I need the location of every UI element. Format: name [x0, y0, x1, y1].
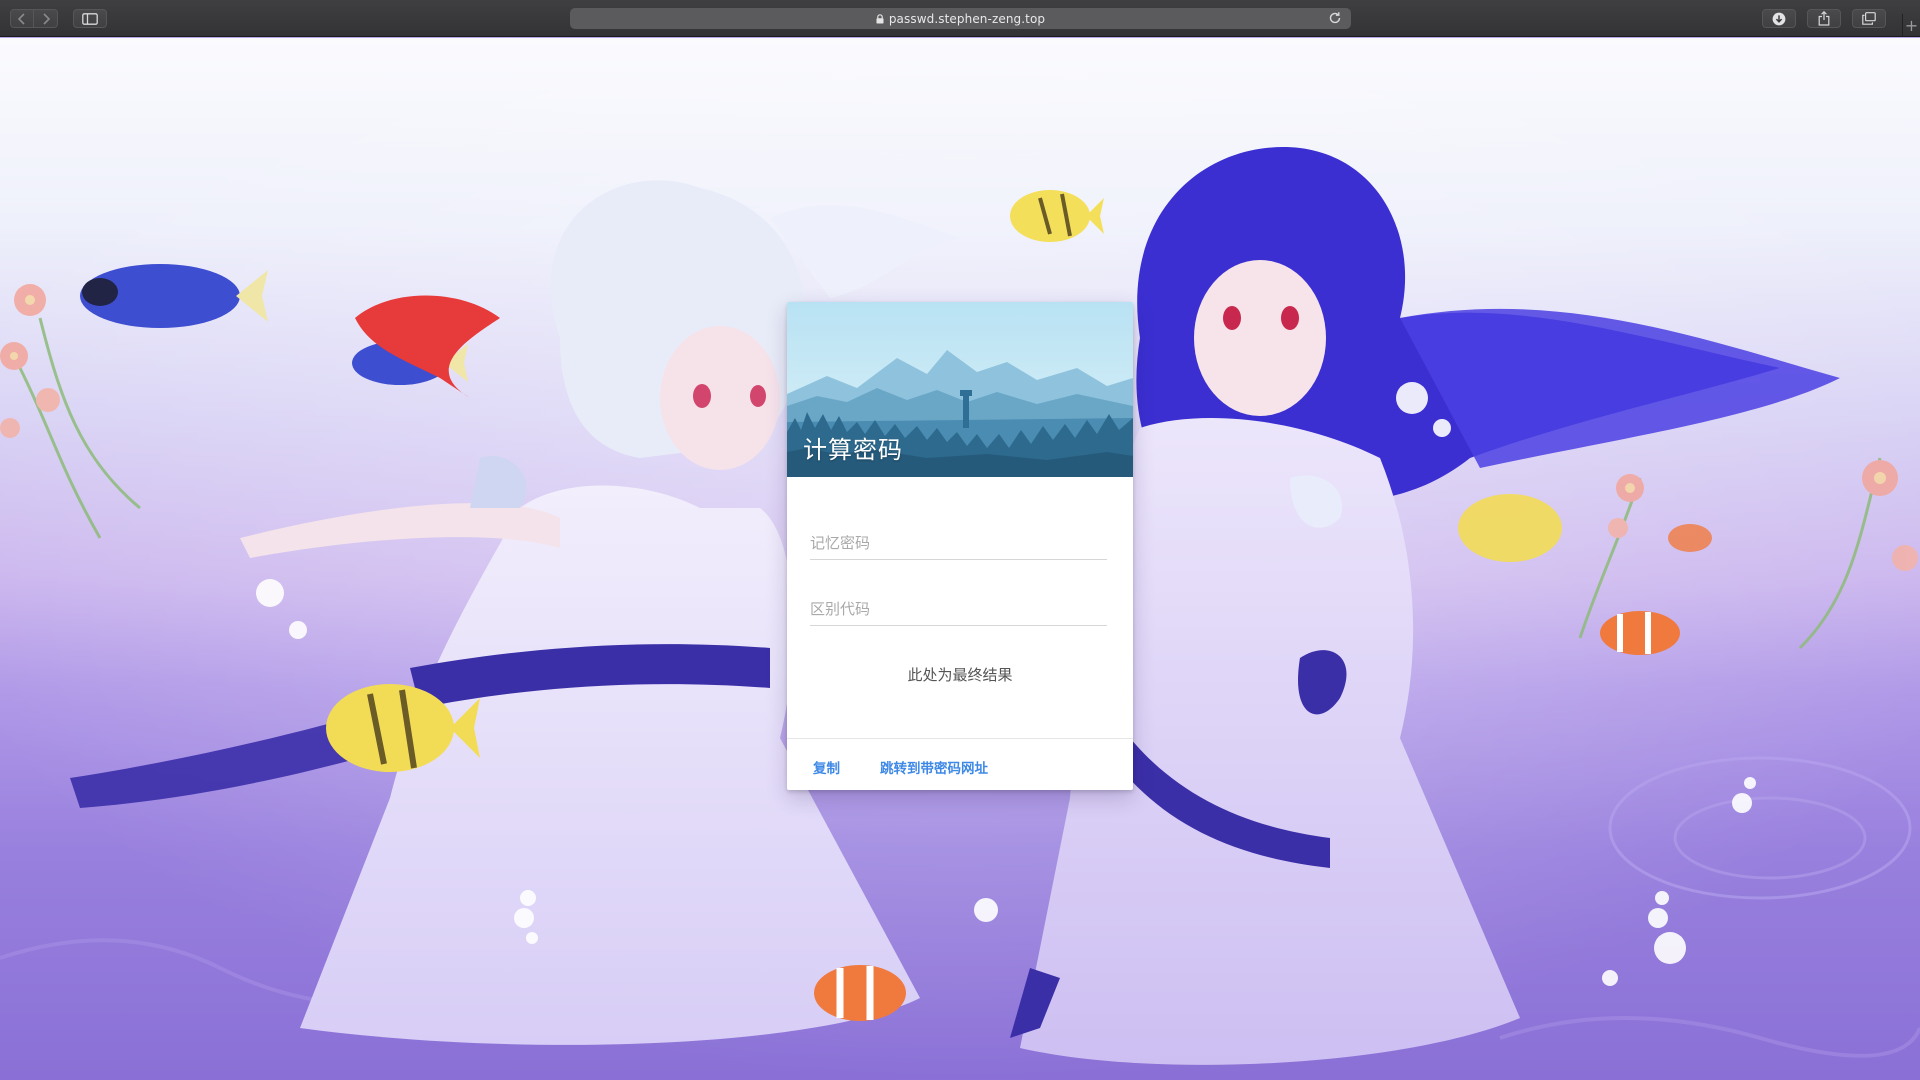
share-icon	[1818, 11, 1830, 26]
chevron-left-icon	[17, 12, 25, 25]
jump-to-url-button[interactable]: 跳转到带密码网址	[880, 757, 988, 777]
sidebar-icon	[82, 12, 98, 25]
address-bar[interactable]: passwd.stephen-zeng.top	[570, 8, 1351, 29]
new-tab-button[interactable]: +	[1902, 14, 1920, 37]
chevron-right-icon	[42, 12, 50, 25]
url-text: passwd.stephen-zeng.top	[888, 11, 1046, 26]
password-card: 计算密码 此处为最终结果 复制 跳转到带密码网址	[787, 302, 1133, 790]
forward-button[interactable]	[34, 9, 58, 28]
plus-icon: +	[1904, 16, 1919, 35]
card-title: 计算密码	[803, 436, 903, 464]
download-icon	[1772, 12, 1786, 25]
tabs-icon	[1862, 12, 1876, 25]
sidebar-toggle-button[interactable]	[73, 9, 107, 28]
browser-toolbar: passwd.stephen-zeng.top +	[0, 0, 1920, 37]
downloads-button[interactable]	[1762, 9, 1796, 28]
copy-button[interactable]: 复制	[813, 757, 840, 777]
reload-icon[interactable]	[1328, 11, 1342, 25]
card-actions: 复制 跳转到带密码网址	[787, 738, 1133, 790]
back-button[interactable]	[10, 9, 34, 28]
result-text: 此处为最终结果	[907, 666, 1013, 684]
tab-overview-button[interactable]	[1852, 9, 1886, 28]
distinguish-code-input[interactable]	[810, 592, 1107, 626]
lock-icon	[876, 13, 884, 23]
share-button[interactable]	[1807, 9, 1841, 28]
memory-password-input[interactable]	[810, 526, 1107, 560]
